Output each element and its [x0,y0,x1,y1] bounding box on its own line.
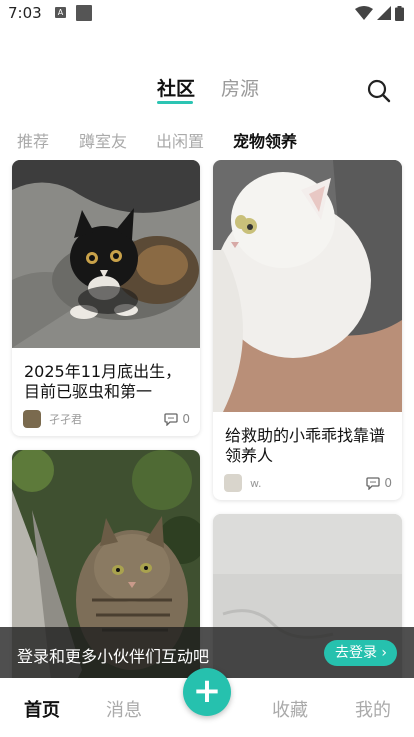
wifi-icon [355,6,373,20]
black-tabby-kitten-photo [12,160,200,348]
author-name: w. [250,476,262,490]
login-button-label: 去登录 [335,645,377,661]
plus-icon: + [192,671,222,711]
subtab-secondhand[interactable]: 出闲置 [156,128,204,152]
nav-messages[interactable]: 消息 [106,696,142,722]
notification-a-icon: A [55,7,66,18]
post-title-line: 2025年11月底出生， [24,362,182,381]
category-tabs: 推荐 蹲室友 出闲置 宠物领养 [0,124,414,154]
comment-count: 0 [384,476,392,490]
post-title-line: 目前已驱虫和第一 [24,382,153,401]
comment-icon [366,476,381,490]
post-card[interactable]: 给救助的小乖乖找靠谱 领养人 w. 0 [213,160,402,500]
status-bar: 7:03 A [0,0,414,28]
status-time: 7:03 [8,4,42,22]
nav-favorites[interactable]: 收藏 [272,696,308,722]
post-title: 2025年11月底出生， 目前已驱虫和第一 [24,362,181,402]
author-name: 孑孑君 [49,413,82,426]
nav-home[interactable]: 首页 [24,696,60,722]
post-title: 给救助的小乖乖找靠谱 领养人 [225,426,385,466]
post-meta: 孑孑君 0 [23,410,190,428]
chevron-right-icon: › [381,645,387,661]
subtab-pet-adoption[interactable]: 宠物领养 [233,128,297,152]
subtab-roommates[interactable]: 蹲室友 [79,128,127,152]
notification-square-icon [76,5,92,21]
avatar [23,410,41,428]
comment-icon [164,412,179,426]
battery-icon [395,5,404,21]
post-meta: w. 0 [224,474,392,492]
subtab-recommended[interactable]: 推荐 [17,128,49,152]
white-longhair-cat-photo [213,160,402,412]
tab-community[interactable]: 社区 [157,74,195,101]
post-title-line: 领养人 [225,446,274,465]
login-prompt-text: 登录和更多小伙伴们互动吧 [17,647,210,666]
avatar [224,474,242,492]
post-card[interactable]: 2025年11月底出生， 目前已驱虫和第一 孑孑君 0 [12,160,200,436]
active-tab-indicator [157,101,193,104]
tab-listings[interactable]: 房源 [221,74,259,101]
top-header: 社区 房源 [0,60,414,116]
post-feed: 2025年11月底出生， 目前已驱虫和第一 孑孑君 0 给救助的小乖乖找靠谱 领… [0,160,414,680]
nav-profile[interactable]: 我的 [355,696,391,722]
post-title-line: 给救助的小乖乖找靠谱 [225,426,386,445]
search-icon[interactable] [366,78,392,104]
create-post-button[interactable]: + [183,668,231,716]
signal-icon [377,6,391,20]
login-button[interactable]: 去登录 › [324,640,397,666]
comment-count: 0 [182,412,190,426]
